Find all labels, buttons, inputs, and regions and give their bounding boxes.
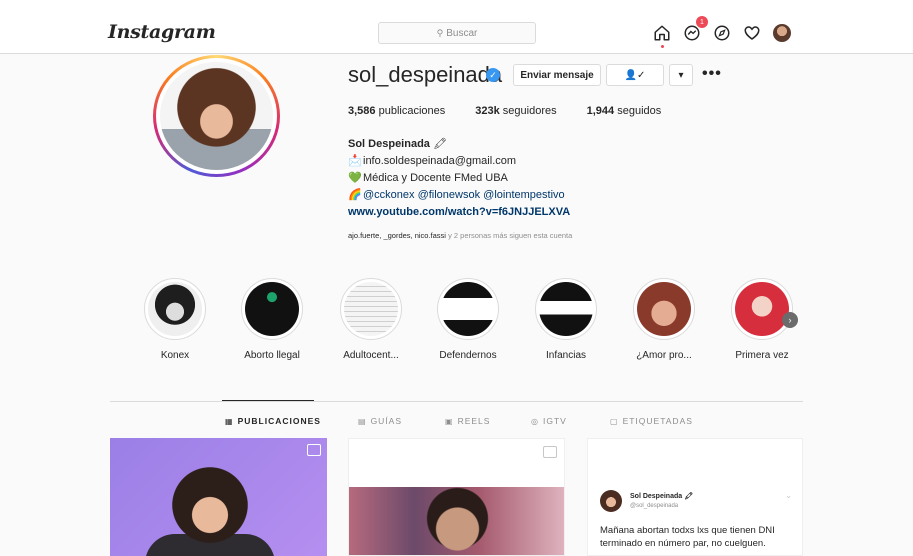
tabs-divider xyxy=(110,401,803,402)
highlight-amor-propio[interactable]: ¿Amor pro... xyxy=(624,278,704,361)
green-heart-icon: 💚 xyxy=(348,172,362,184)
followers-count: 323k xyxy=(475,105,500,117)
tab-publicaciones[interactable]: ▦ PUBLICACIONES xyxy=(225,416,321,426)
highlight-cover xyxy=(637,282,691,336)
nav-icons: 1 xyxy=(652,16,792,48)
home-active-dot xyxy=(661,45,664,48)
bio-mentions[interactable]: @cckonex @filonewsok @lointempestivo xyxy=(363,189,565,201)
tab-label: REELS xyxy=(457,416,491,426)
highlight-label: Primera vez xyxy=(735,350,789,361)
tagged-icon: ▢ xyxy=(610,416,619,426)
highlight-label: Defendernos xyxy=(439,350,497,361)
post-thumbnail[interactable] xyxy=(110,438,327,556)
tweet-author-name: Sol Despeinada 🖍 xyxy=(630,493,693,500)
guides-icon: ▤ xyxy=(358,416,367,426)
messenger-icon[interactable]: 1 xyxy=(682,16,708,43)
profile-avatar xyxy=(160,62,273,170)
posts-label: publicaciones xyxy=(378,105,446,117)
followers-label: seguidores xyxy=(502,105,557,117)
notification-badge: 1 xyxy=(696,16,708,28)
highlight-cover xyxy=(441,282,495,336)
rainbow-icon: 🌈 xyxy=(348,189,362,201)
send-message-button[interactable]: Enviar mensaje xyxy=(513,64,601,86)
explore-icon[interactable] xyxy=(712,23,732,43)
top-navigation-bar: Instagram ⚲ Buscar 1 xyxy=(0,12,913,54)
profile-stats: 3,586 publicaciones 323k seguidores 1,94… xyxy=(348,105,691,117)
highlight-cover xyxy=(539,282,593,336)
tab-etiquetadas[interactable]: ▢ ETIQUETADAS xyxy=(610,416,693,426)
suggestions-dropdown-button[interactable]: ▾ xyxy=(669,64,693,86)
browser-top-strip xyxy=(0,0,913,12)
profile-bio: Sol Despeinada 🖍 📩info.soldespeinada@gma… xyxy=(348,136,570,221)
tab-label: PUBLICACIONES xyxy=(237,416,321,426)
highlight-label: ¿Amor pro... xyxy=(636,350,692,361)
highlight-cover xyxy=(735,282,789,336)
reels-icon: ▣ xyxy=(445,416,454,426)
following-count: 1,944 xyxy=(586,105,615,117)
highlight-defendernos[interactable]: Defendernos xyxy=(428,278,508,361)
search-placeholder: Buscar xyxy=(446,27,478,39)
highlight-label: Infancias xyxy=(545,350,587,361)
highlight-konex[interactable]: Konex xyxy=(135,278,215,361)
following-label: seguidos xyxy=(617,105,662,117)
active-tab-indicator xyxy=(222,400,314,401)
post-thumbnail[interactable] xyxy=(348,438,565,556)
heart-icon[interactable] xyxy=(742,23,762,43)
tab-igtv[interactable]: ◎ IGTV xyxy=(531,416,567,426)
post-thumbnail[interactable]: Sol Despeinada 🖍 @sol_despeinada ⌄ Mañan… xyxy=(587,438,803,556)
tab-guias[interactable]: ▤ GUÍAS xyxy=(358,416,402,426)
tweet-text: Mañana abortan todxs lxs que tienen DNI … xyxy=(600,525,775,549)
profile-avatar-story-ring[interactable] xyxy=(153,55,280,177)
highlights-next-arrow-icon[interactable]: › xyxy=(782,312,798,328)
highlight-label: Aborto llegal xyxy=(244,350,300,361)
followed-by-names: ajo.fuerte, _gordes, nico.fassi xyxy=(348,231,446,240)
posts-count: 3,586 xyxy=(348,105,376,117)
following-stat[interactable]: 1,944 seguidos xyxy=(587,105,662,117)
post-image xyxy=(349,487,564,555)
highlight-adultocentrismo[interactable]: Adultocent... xyxy=(331,278,411,361)
tab-reels[interactable]: ▣ REELS xyxy=(445,416,490,426)
followed-by-rest: y 2 personas más siguen esta cuenta xyxy=(445,231,573,240)
highlight-label: Konex xyxy=(160,350,190,361)
tweet-avatar xyxy=(600,490,622,512)
bio-display-name: Sol Despeinada xyxy=(348,138,430,150)
inbox-icon: 📩 xyxy=(348,155,362,167)
highlight-cover xyxy=(344,282,398,336)
search-icon: ⚲ xyxy=(436,27,444,38)
profile-avatar-button[interactable] xyxy=(772,23,792,43)
highlight-cover xyxy=(245,282,299,336)
tweet-author-handle: @sol_despeinada xyxy=(630,503,679,509)
search-input[interactable]: ⚲ Buscar xyxy=(378,22,536,44)
tab-label: ETIQUETADAS xyxy=(622,416,693,426)
highlight-cover xyxy=(148,282,202,336)
tab-label: IGTV xyxy=(542,416,567,426)
chevron-down-icon: ⌄ xyxy=(785,491,792,500)
followers-stat[interactable]: 323k seguidores xyxy=(475,105,556,117)
more-options-icon[interactable]: ••• xyxy=(702,65,722,83)
bio-website-link[interactable]: www.youtube.com/watch?v=f6JNJJELXVA xyxy=(348,206,570,218)
grid-icon: ▦ xyxy=(225,416,234,426)
highlight-infancias[interactable]: Infancias xyxy=(526,278,606,361)
verified-badge-icon: ✓ xyxy=(486,68,500,82)
home-icon[interactable] xyxy=(652,23,672,48)
carousel-icon xyxy=(543,446,557,458)
post-image-person xyxy=(170,460,250,556)
followed-by-text[interactable]: ajo.fuerte, _gordes, nico.fassi y 2 pers… xyxy=(348,231,572,240)
following-button[interactable]: 👤✓ xyxy=(606,64,664,86)
profile-username: sol_despeinada xyxy=(348,62,503,87)
tab-label: GUÍAS xyxy=(370,416,403,426)
posts-stat: 3,586 publicaciones xyxy=(348,105,445,117)
instagram-logo[interactable]: Instagram xyxy=(108,21,216,43)
reel-icon xyxy=(307,444,321,456)
igtv-icon: ◎ xyxy=(531,416,539,426)
highlight-label: Adultocent... xyxy=(343,350,399,361)
crayon-icon: 🖍 xyxy=(432,138,447,150)
highlight-aborto-legal[interactable]: Aborto llegal xyxy=(232,278,312,361)
avatar xyxy=(773,24,791,42)
bio-email: info.soldespeinada@gmail.com xyxy=(363,155,517,167)
bio-occupation: Médica y Docente FMed UBA xyxy=(363,172,508,184)
